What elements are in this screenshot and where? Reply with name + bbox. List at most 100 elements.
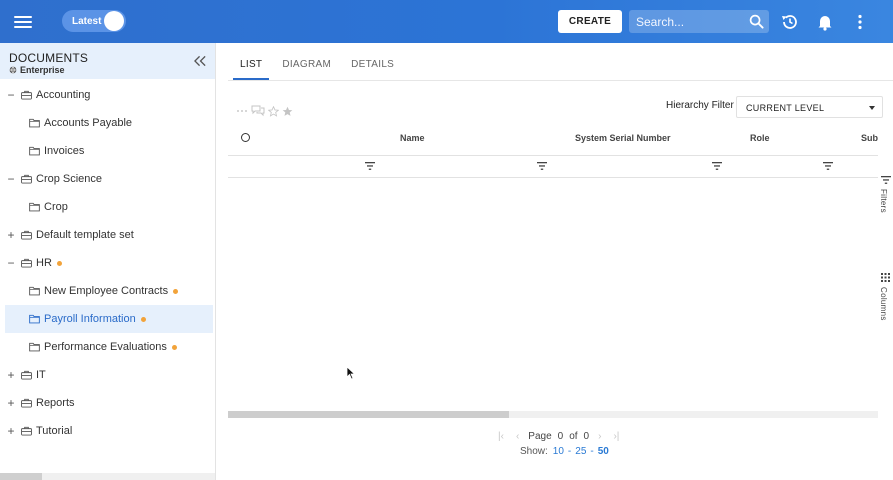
latest-toggle-label: Latest [72, 15, 102, 27]
mouse-cursor-icon [346, 366, 356, 380]
sidebar-item-crop-science[interactable]: − Crop Science [5, 165, 213, 193]
page-size-10[interactable]: 10 [553, 446, 564, 457]
star-filled-icon[interactable] [282, 106, 293, 117]
filter-icon[interactable] [365, 162, 375, 170]
tab-list[interactable]: LIST [233, 43, 270, 80]
sidebar-item-reports[interactable]: + Reports [5, 389, 213, 417]
status-dot [56, 260, 62, 266]
collapse-icon[interactable]: − [7, 172, 15, 186]
sidebar-item-label: Crop [44, 201, 68, 213]
star-outline-icon[interactable] [268, 105, 279, 117]
sidebar-item-hr[interactable]: − HR [5, 249, 213, 277]
row-toolbar [236, 105, 293, 117]
sidebar-item-accounts-payable[interactable]: Accounts Payable [5, 109, 213, 137]
page-size-50[interactable]: 50 [598, 446, 609, 457]
search-icon[interactable] [749, 14, 764, 29]
sidebar: DOCUMENTS Enterprise − Accounting Accounts… [0, 43, 216, 480]
sidebar-item-label: IT [36, 369, 46, 381]
sidebar-item-payroll-information[interactable]: Payroll Information [5, 305, 213, 333]
tabs-divider [228, 80, 893, 81]
filter-icon[interactable] [823, 162, 833, 170]
hierarchy-filter-select[interactable]: CURRENT LEVEL [736, 96, 883, 118]
show-label: Show: [520, 446, 548, 457]
sidebar-item-new-employee-contracts[interactable]: New Employee Contracts [5, 277, 213, 305]
main-panel: LIST DIAGRAM DETAILS Hierarchy Filter CU… [216, 43, 893, 480]
sidebar-item-label: Default template set [36, 229, 134, 241]
hierarchy-filter-value: CURRENT LEVEL [746, 103, 825, 113]
column-header-serial[interactable]: System Serial Number [575, 133, 671, 143]
expand-icon[interactable]: + [7, 424, 15, 438]
globe-icon [9, 66, 17, 74]
filter-icon[interactable] [712, 162, 722, 170]
select-all-radio[interactable] [241, 133, 250, 142]
briefcase-icon [21, 370, 32, 380]
sidebar-scrollbar-thumb[interactable] [0, 473, 42, 480]
search-input[interactable] [629, 10, 747, 33]
page-size-selector: Show: 10 - 25 - 50 [520, 446, 609, 457]
columns-side-tab[interactable]: Columns [879, 269, 893, 321]
column-header-sub[interactable]: Sub [861, 133, 878, 143]
tab-diagram[interactable]: DIAGRAM [282, 43, 331, 80]
next-page-icon[interactable]: › [598, 431, 601, 442]
tab-details[interactable]: DETAILS [351, 43, 394, 80]
sidebar-subtitle-text: Enterprise [20, 65, 65, 75]
sidebar-item-label: Invoices [44, 145, 85, 157]
folder-icon [29, 202, 40, 212]
bell-icon[interactable] [815, 12, 835, 32]
briefcase-icon [21, 258, 32, 268]
sidebar-item-accounting[interactable]: − Accounting [5, 81, 213, 109]
history-icon[interactable] [780, 12, 800, 32]
filters-side-tab[interactable]: Filters [879, 171, 893, 213]
folder-icon [29, 146, 40, 156]
page-of-label: of [569, 431, 578, 442]
folder-icon [29, 342, 40, 352]
sidebar-subtitle: Enterprise [9, 65, 65, 75]
sidebar-item-label: HR [36, 257, 52, 269]
top-bar: Latest CREATE [0, 0, 893, 43]
grid-horizontal-scrollbar-thumb[interactable] [228, 411, 509, 418]
last-page-icon[interactable]: ›| [613, 431, 619, 442]
briefcase-icon [21, 398, 32, 408]
page-size-separator: - [567, 446, 572, 457]
sidebar-item-crop[interactable]: Crop [5, 193, 213, 221]
expand-icon[interactable]: + [7, 396, 15, 410]
menu-icon[interactable] [14, 13, 32, 29]
more-horizontal-icon[interactable] [236, 108, 248, 114]
comments-icon[interactable] [251, 105, 265, 117]
sidebar-item-label: Performance Evaluations [44, 341, 167, 353]
sidebar-item-label: Crop Science [36, 173, 103, 185]
grid-horizontal-scrollbar[interactable] [228, 411, 878, 418]
more-vertical-icon[interactable] [850, 12, 870, 32]
collapse-icon[interactable]: − [7, 256, 15, 270]
filter-icon [881, 176, 891, 184]
briefcase-icon [21, 230, 32, 240]
sidebar-item-invoices[interactable]: Invoices [5, 137, 213, 165]
filters-side-tab-label: Filters [879, 189, 888, 213]
column-header-role[interactable]: Role [750, 133, 770, 143]
latest-toggle[interactable]: Latest [62, 10, 126, 32]
status-dot [173, 288, 179, 294]
sidebar-item-label: New Employee Contracts [44, 285, 169, 297]
sidebar-item-label: Tutorial [36, 425, 73, 437]
filter-icon[interactable] [537, 162, 547, 170]
briefcase-icon [21, 90, 32, 100]
search-box [629, 10, 769, 33]
first-page-icon[interactable]: |‹ [498, 431, 504, 442]
folder-icon [29, 314, 40, 324]
sidebar-item-label: Accounts Payable [44, 117, 133, 129]
create-button[interactable]: CREATE [558, 10, 622, 33]
sidebar-item-it[interactable]: + IT [5, 361, 213, 389]
expand-icon[interactable]: + [7, 228, 15, 242]
expand-icon[interactable]: + [7, 368, 15, 382]
sidebar-item-tutorial[interactable]: + Tutorial [5, 417, 213, 445]
collapse-icon[interactable]: − [7, 88, 15, 102]
sidebar-item-performance-evaluations[interactable]: Performance Evaluations [5, 333, 213, 361]
hierarchy-filter-label: Hierarchy Filter [666, 100, 734, 111]
sidebar-item-default-template-set[interactable]: + Default template set [5, 221, 213, 249]
sidebar-scrollbar[interactable] [0, 473, 215, 480]
collapse-sidebar-icon[interactable] [194, 55, 207, 67]
prev-page-icon[interactable]: ‹ [516, 431, 519, 442]
pagination: |‹ ‹ Page 0 of 0 › ›| [492, 431, 625, 442]
page-size-25[interactable]: 25 [575, 446, 586, 457]
column-header-name[interactable]: Name [400, 133, 425, 143]
